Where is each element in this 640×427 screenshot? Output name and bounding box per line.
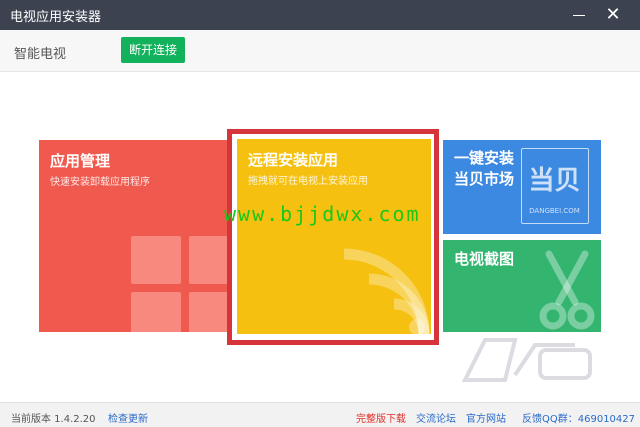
device-name: 智能电视	[14, 47, 67, 62]
wifi-icon	[343, 248, 430, 334]
dangbei-logo-domain: DANGBEI.COM	[529, 207, 580, 215]
close-icon[interactable]: ✕	[598, 0, 628, 30]
dangbei-logo-text: 当贝	[528, 166, 581, 196]
device-bar: 智能电视 断开连接	[0, 30, 640, 72]
tile-app-management-title: 应用管理	[50, 152, 111, 170]
tile-tv-screenshot-title: 电视截图	[454, 250, 515, 268]
watermark-text: www.bjjdwx.com	[224, 202, 421, 226]
tile-app-management[interactable]: 应用管理 快速安装卸载应用程序	[39, 140, 229, 332]
check-update-link[interactable]: 检查更新	[108, 410, 148, 425]
tile-remote-install[interactable]: 远程安装应用 拖拽就可在电视上安装应用	[237, 139, 431, 334]
disconnect-button[interactable]: 断开连接	[121, 37, 185, 63]
tile-dangbei-line2: 当贝市场	[454, 170, 515, 188]
tile-app-management-subtitle: 快速安装卸载应用程序	[50, 177, 150, 188]
forum-link[interactable]: 交流论坛	[416, 410, 456, 425]
tile-remote-install-title: 远程安装应用	[248, 151, 339, 169]
full-download-link[interactable]: 完整版下载	[356, 410, 406, 425]
tile-dangbei-line1: 一键安装	[454, 149, 515, 167]
feedback-qq-link[interactable]: 反馈QQ群：469010427	[522, 410, 635, 425]
minimize-icon[interactable]	[564, 0, 594, 30]
status-bar: 当前版本 1.4.2.20 检查更新 完整版下载 交流论坛 官方网站 反馈QQ群…	[0, 402, 640, 427]
dangbei-logo: 当贝 DANGBEI.COM	[521, 148, 589, 224]
tv-logo-watermark-icon	[461, 338, 592, 382]
window-title: 电视应用安装器	[10, 10, 102, 25]
title-bar: 电视应用安装器 ✕	[0, 0, 640, 30]
tile-dangbei-market-title: 一键安装 当贝市场	[454, 148, 514, 190]
version-label: 当前版本 1.4.2.20	[11, 414, 96, 425]
website-link[interactable]: 官方网站	[466, 410, 506, 425]
tile-dangbei-market[interactable]: 一键安装 当贝市场 当贝 DANGBEI.COM	[443, 140, 601, 234]
tile-remote-install-subtitle: 拖拽就可在电视上安装应用	[248, 176, 368, 187]
tile-tv-screenshot[interactable]: 电视截图	[443, 240, 601, 332]
